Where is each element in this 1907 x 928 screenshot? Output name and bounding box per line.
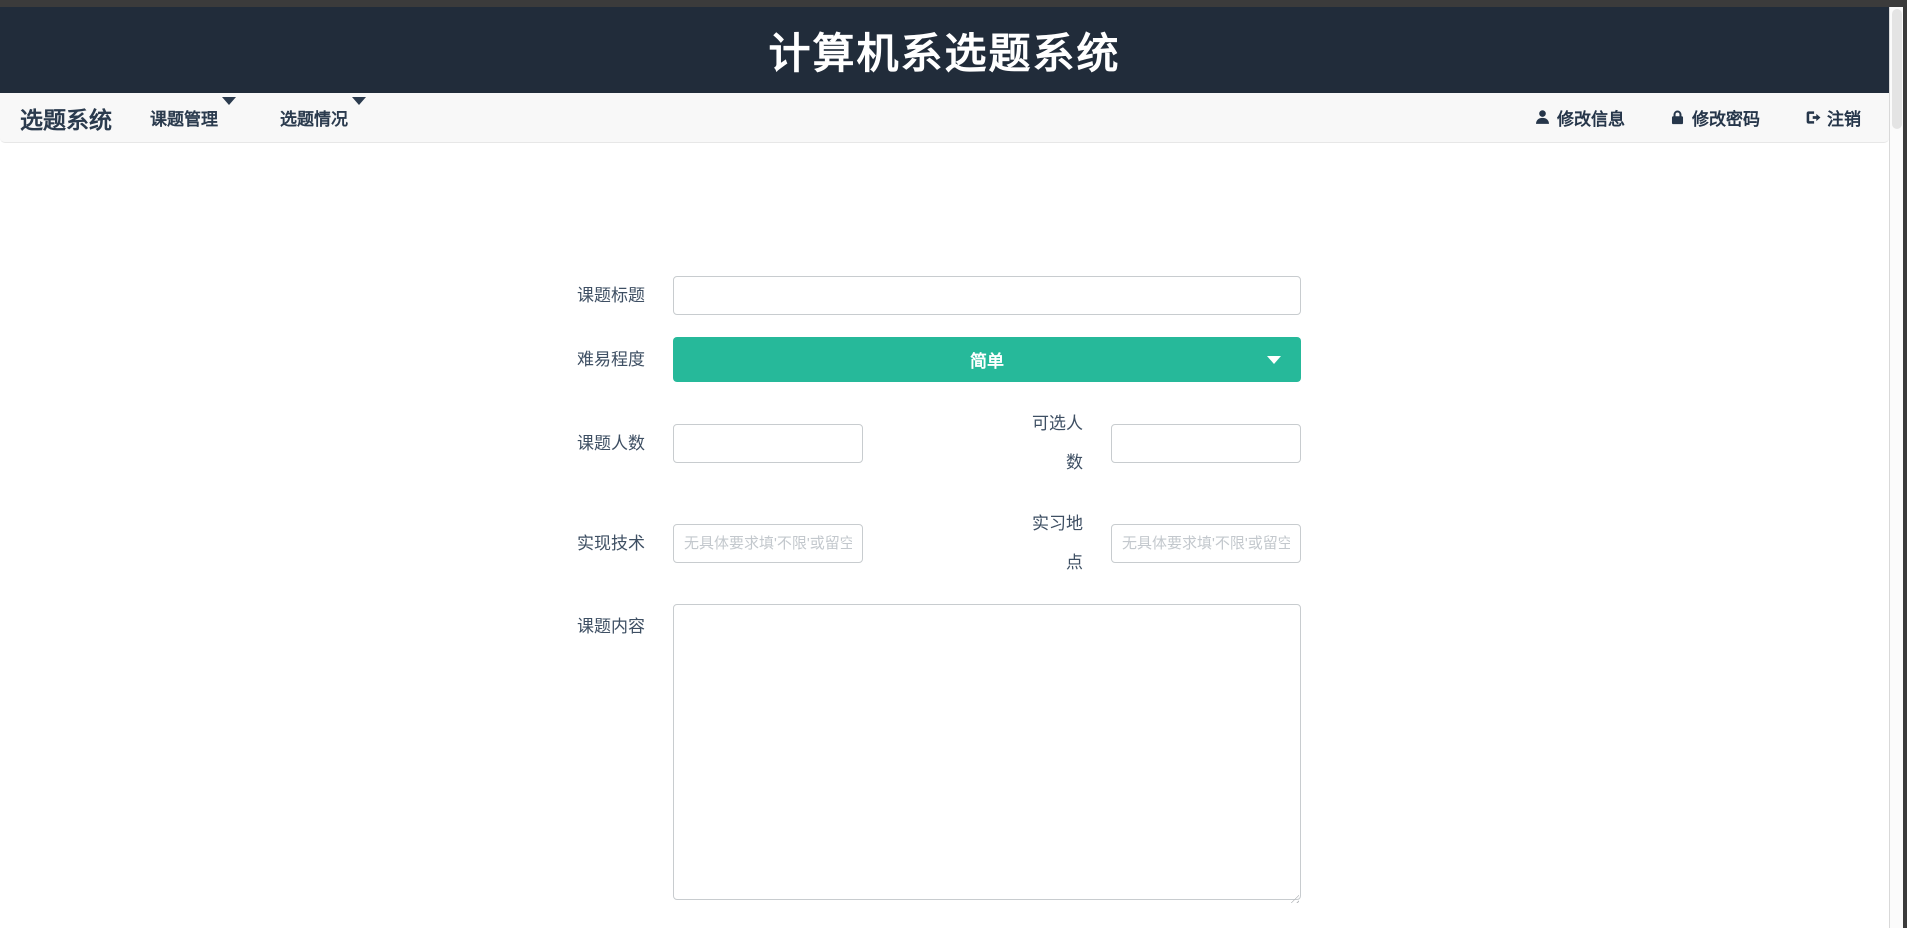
modify-password-link[interactable]: 修改密码 (1669, 105, 1760, 130)
modify-info-link[interactable]: 修改信息 (1534, 105, 1625, 130)
page: 计算机系选题系统 选题系统 课题管理 选题情况 修改信息 修改密码 注销 课题标… (0, 0, 1889, 928)
form-row-tech-location: 实现技术 实习地点 (550, 504, 1310, 582)
navbar-brand[interactable]: 选题系统 (20, 101, 112, 135)
scrollbar-thumb[interactable] (1892, 9, 1902, 129)
form-row-counts: 课题人数 可选人数 (550, 404, 1310, 482)
app-header: 计算机系选题系统 (0, 7, 1889, 93)
chevron-down-icon (1267, 356, 1281, 364)
topic-content-label: 课题内容 (577, 617, 645, 636)
technology-input[interactable] (673, 523, 863, 563)
nav-menu-course-management[interactable]: 课题管理 (150, 97, 236, 130)
location-input[interactable] (1111, 523, 1301, 563)
logout-icon (1806, 111, 1821, 124)
difficulty-selected-value: 简单 (970, 352, 1004, 371)
user-icon (1536, 110, 1549, 124)
vertical-scrollbar[interactable] (1889, 7, 1903, 928)
modify-password-label: 修改密码 (1692, 110, 1760, 129)
difficulty-label: 难易程度 (577, 350, 645, 369)
difficulty-select[interactable]: 简单 (673, 337, 1301, 382)
form-row-difficulty: 难易程度 简单 (550, 337, 1310, 382)
topic-title-label: 课题标题 (577, 286, 645, 305)
main-navbar: 选题系统 课题管理 选题情况 修改信息 修改密码 注销 (0, 93, 1889, 143)
form-row-title: 课题标题 (550, 276, 1310, 315)
nav-menu-label: 课题管理 (150, 110, 218, 129)
window-right-frame (1903, 0, 1907, 928)
logout-link[interactable]: 注销 (1804, 105, 1861, 130)
optional-count-input[interactable] (1111, 423, 1301, 463)
topic-count-input[interactable] (673, 423, 863, 463)
location-label: 实习地点 (1032, 514, 1083, 572)
optional-count-label: 可选人数 (1032, 414, 1083, 472)
form-row-content: 课题内容 (550, 604, 1310, 905)
caret-down-icon (222, 97, 236, 105)
nav-menu-label: 选题情况 (280, 110, 348, 129)
window-top-frame (0, 0, 1907, 7)
logout-label: 注销 (1827, 110, 1861, 129)
modify-info-label: 修改信息 (1557, 110, 1625, 129)
topic-title-input[interactable] (673, 276, 1301, 315)
technology-label: 实现技术 (577, 533, 645, 553)
page-title: 计算机系选题系统 (768, 29, 1121, 77)
topic-count-label: 课题人数 (577, 433, 645, 453)
navbar-right: 修改信息 修改密码 注销 (1534, 105, 1861, 130)
nav-menu-selection-status[interactable]: 选题情况 (280, 97, 366, 130)
topic-content-textarea[interactable] (673, 604, 1301, 900)
caret-down-icon (352, 97, 366, 105)
topic-form: 课题标题 难易程度 简单 课题人数 可选人数 实现技术 实习地点 课题内容 (550, 276, 1310, 928)
lock-icon (1671, 110, 1684, 125)
